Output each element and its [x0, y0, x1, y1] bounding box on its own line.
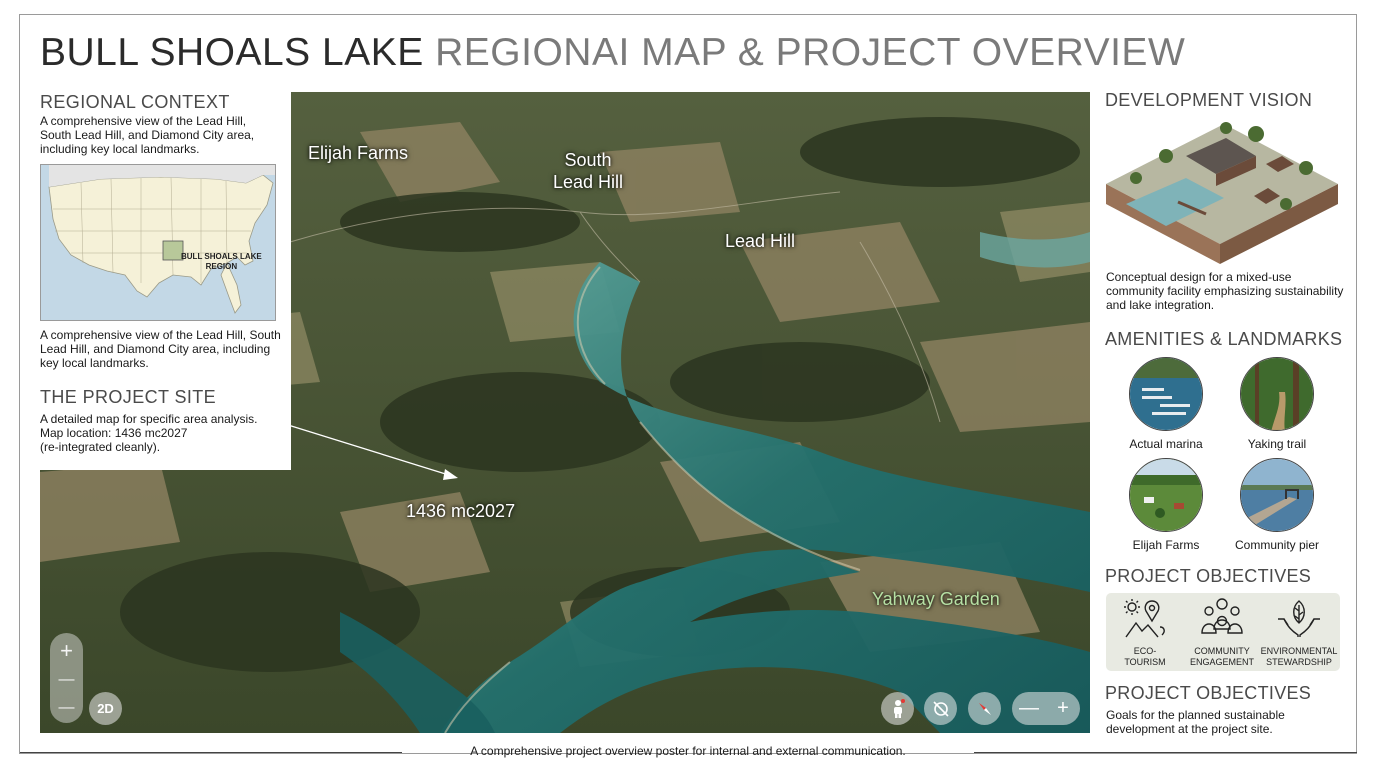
footer-caption: A comprehensive project overview poster …	[470, 744, 906, 758]
community-icon	[1201, 598, 1243, 634]
zoom-out-button[interactable]: —	[50, 693, 83, 723]
eco-tourism-icon	[1124, 599, 1165, 638]
amenity-trail[interactable]: Yaking trail	[1222, 357, 1332, 451]
development-vision-text: Conceptual design for a mixed-use commun…	[1106, 270, 1344, 312]
objective-label: ENVIRONMENTAL STEWARDSHIP	[1260, 646, 1338, 668]
project-site-text-line2: Map location: 1436 mc2027	[40, 426, 188, 440]
objective-label-line2: TOURISM	[1124, 657, 1166, 667]
us-map-graphic	[41, 165, 275, 320]
project-objectives-text: Goals for the planned sustainable develo…	[1106, 708, 1285, 736]
objective-label: ECO- TOURISM	[1106, 646, 1184, 668]
page-title: BULL SHOALS LAKE REGIONAI MAP & PROJECT …	[40, 30, 1185, 76]
pegman-icon	[893, 698, 905, 718]
title-primary: BULL SHOALS LAKE	[40, 31, 424, 74]
compass-icon	[978, 702, 991, 715]
amenity-label: Community pier	[1234, 538, 1320, 552]
amenity-pier[interactable]: Community pier	[1222, 458, 1332, 552]
objective-label: COMMUNITY ENGAGEMENT	[1183, 646, 1261, 668]
toggle-2d-button[interactable]: 2D	[89, 692, 122, 725]
inset-label-line2: REGION	[205, 262, 238, 271]
label-elijah-farms: Elijah Farms	[308, 143, 409, 163]
title-secondary: REGIONAI MAP & PROJECT OVERVIEW	[435, 31, 1186, 74]
zoom-control: + — —	[50, 633, 83, 723]
label-site-code: 1436 mc2027	[406, 501, 516, 521]
label-south-lead-hill-line2: Lead Hill	[553, 172, 624, 192]
development-vision-heading: DEVELOPMENT VISION	[1105, 90, 1313, 110]
zoom-in-button[interactable]: +	[50, 636, 83, 666]
amenity-label: Actual marina	[1129, 437, 1203, 451]
regional-context-text: A comprehensive view of the Lead Hill, S…	[40, 114, 255, 156]
objective-community: COMMUNITY ENGAGEMENT	[1183, 597, 1261, 668]
project-site-heading: THE PROJECT SITE	[40, 387, 217, 407]
footer-rule-left	[20, 752, 402, 753]
concept-design-illustration	[1106, 122, 1338, 264]
project-objectives-heading: PROJECT OBJECTIVES	[1105, 566, 1312, 586]
label-south-lead-hill-line1: South	[564, 150, 612, 170]
street-view-button[interactable]	[881, 692, 914, 725]
objective-label-line2: ENGAGEMENT	[1189, 657, 1254, 667]
us-inset-map[interactable]: BULL SHOALS LAKE REGION	[40, 164, 276, 321]
amenity-label: Elijah Farms	[1132, 538, 1200, 552]
inset-region-label: BULL SHOALS LAKE REGION	[181, 252, 262, 272]
zoom-level-divider: —	[58, 671, 75, 688]
marina-image	[1129, 357, 1203, 431]
objective-label-line1: ECO-	[1133, 646, 1157, 656]
objective-label-line1: ENVIRONMENTAL	[1260, 646, 1338, 656]
amenities-heading: AMENITIES & LANDMARKS	[1105, 329, 1343, 349]
trail-image	[1240, 357, 1314, 431]
inset-caption: A comprehensive view of the Lead Hill, S…	[40, 328, 281, 370]
objectives-panel: ECO- TOURISM COMMUNITY ENGAGEMENT ENVIRO…	[1106, 593, 1340, 671]
project-objectives-heading-2: PROJECT OBJECTIVES	[1105, 683, 1312, 703]
objective-eco-tourism: ECO- TOURISM	[1106, 597, 1184, 668]
regional-context-heading: REGIONAL CONTEXT	[40, 92, 230, 112]
stewardship-icon	[1278, 600, 1320, 637]
amenity-marina[interactable]: Actual marina	[1111, 357, 1221, 451]
project-site-text-line3: (re-integrated cleanly).	[40, 440, 161, 454]
compass-button[interactable]	[968, 692, 1001, 725]
rotate-reset-icon	[932, 700, 949, 717]
objective-stewardship: ENVIRONMENTAL STEWARDSHIP	[1260, 597, 1338, 668]
amenity-label: Yaking trail	[1247, 437, 1307, 451]
left-info-panel: REGIONAL CONTEXT A comprehensive view of…	[40, 92, 291, 470]
tilt-up-button[interactable]: +	[1048, 695, 1078, 721]
pier-image	[1240, 458, 1314, 532]
amenity-elijah-farms[interactable]: Elijah Farms	[1111, 458, 1221, 552]
project-site-text-line1: A detailed map for specific area analysi…	[40, 412, 258, 426]
footer-rule-right	[974, 752, 1357, 753]
farms-image	[1129, 458, 1203, 532]
label-yahway-garden: Yahway Garden	[872, 589, 1000, 609]
label-lead-hill: Lead Hill	[725, 231, 796, 251]
inset-label-line1: BULL SHOALS LAKE	[181, 252, 262, 261]
label-south-lead-hill: South Lead Hill	[553, 149, 623, 193]
objective-label-line1: COMMUNITY	[1194, 646, 1250, 656]
objective-label-line2: STEWARDSHIP	[1266, 657, 1332, 667]
reset-view-button[interactable]	[924, 692, 957, 725]
project-site-text: A detailed map for specific area analysi…	[40, 412, 285, 454]
tilt-control: — +	[1012, 692, 1080, 725]
tilt-down-button[interactable]: —	[1014, 695, 1044, 721]
